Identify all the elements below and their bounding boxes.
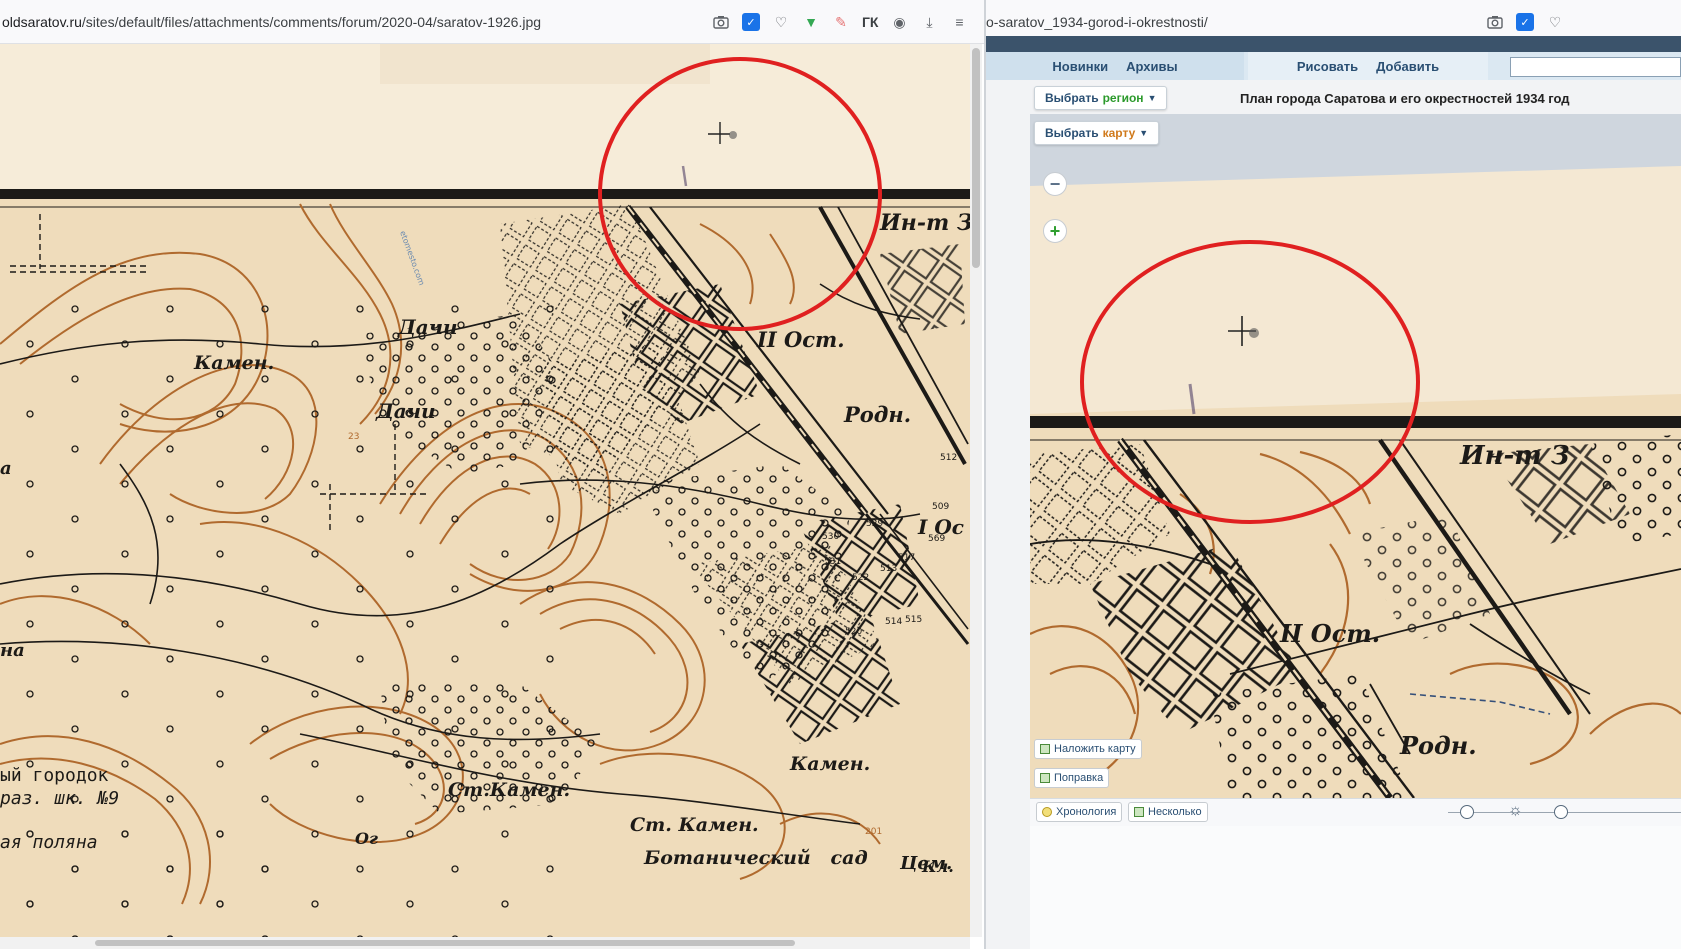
left-url-domain: oldsaratov.ru bbox=[2, 13, 82, 30]
map-label-ost2: II Ост. bbox=[1279, 619, 1380, 648]
camera-icon[interactable] bbox=[1486, 13, 1504, 31]
several-button[interactable]: Несколько bbox=[1128, 802, 1208, 822]
right-browser-window: o-saratov_1934-gorod-i-okrestnosti/ ✓ ♡ … bbox=[986, 0, 1681, 949]
correction-label: Поправка bbox=[1054, 772, 1104, 784]
menu-icon[interactable]: ≡ bbox=[950, 13, 968, 31]
zoom-in-button[interactable]: + bbox=[1043, 219, 1067, 243]
site-header-strip bbox=[986, 36, 1681, 52]
correction-icon bbox=[1040, 773, 1050, 783]
select-region-word: регион bbox=[1102, 91, 1144, 105]
nav-group-right: Рисовать Добавить bbox=[1248, 52, 1488, 80]
clock-icon bbox=[1042, 807, 1052, 817]
select-region-prefix: Выбрать bbox=[1045, 91, 1099, 105]
correction-button[interactable]: Поправка bbox=[1034, 768, 1110, 788]
map-number-517: 517 bbox=[898, 553, 915, 563]
nav-group-left: Новинки Архивы bbox=[986, 52, 1244, 80]
page-lower-area bbox=[1030, 826, 1681, 949]
map-number-23: 23 bbox=[348, 432, 359, 442]
map-bottom-toolbar: Хронология Несколько ☼ bbox=[1030, 798, 1681, 826]
site-nav-bar: Новинки Архивы Рисовать Добавить bbox=[986, 52, 1681, 80]
left-url[interactable]: oldsaratov.ru/sites/default/files/attach… bbox=[0, 14, 680, 30]
map-label-inst: Ин-т Зе bbox=[879, 210, 970, 236]
gk-icon[interactable]: ГК bbox=[862, 13, 878, 31]
zoom-out-button[interactable]: − bbox=[1043, 172, 1067, 196]
download-arrow-icon[interactable]: ▼ bbox=[802, 13, 820, 31]
map-number-569: 569 bbox=[928, 534, 945, 544]
chronology-label: Хронология bbox=[1056, 806, 1117, 818]
camera-icon[interactable] bbox=[712, 13, 730, 31]
left-vertical-scroll-thumb[interactable] bbox=[972, 48, 980, 268]
map-label-dachi-1: Дачи bbox=[397, 315, 458, 339]
map-label-school: раз. шк. №9 bbox=[0, 788, 119, 809]
right-map-image: Ин-т З II Ост. Родн. bbox=[1030, 114, 1681, 798]
nav-add[interactable]: Добавить bbox=[1376, 59, 1439, 74]
map-label-cem: Цем. bbox=[899, 853, 952, 874]
map-label-botanical-garden: Ботанический сад bbox=[643, 847, 868, 869]
left-vertical-scrollbar[interactable] bbox=[970, 44, 982, 937]
contrast-slider-knob[interactable] bbox=[1460, 805, 1474, 819]
overlay-map-label: Наложить карту bbox=[1054, 743, 1136, 755]
contrast-slider-track[interactable] bbox=[1448, 812, 1508, 813]
map-number-530: 530 bbox=[822, 532, 839, 542]
map-label-ost2: II Ост. bbox=[756, 327, 845, 352]
select-map-prefix: Выбрать bbox=[1045, 126, 1099, 140]
chronology-button[interactable]: Хронология bbox=[1036, 802, 1123, 822]
map-label-rodn: Родн. bbox=[843, 402, 911, 427]
brightness-icon[interactable]: ☼ bbox=[1508, 802, 1523, 820]
chevron-down-icon: ▼ bbox=[1139, 128, 1149, 138]
shield-icon[interactable]: ✓ bbox=[742, 13, 760, 31]
map-label-a: а bbox=[0, 458, 12, 479]
map-number-514: 514 bbox=[885, 617, 902, 627]
opacity-slider-knob[interactable] bbox=[1554, 805, 1568, 819]
left-browser-window: oldsaratov.ru/sites/default/files/attach… bbox=[0, 0, 984, 949]
overlay-map-button[interactable]: Наложить карту bbox=[1034, 739, 1142, 759]
map-label-gorodok: ый городок bbox=[0, 765, 109, 786]
map-label-st-kamen-2: Ст. Камен. bbox=[630, 814, 759, 836]
map-label-rodn: Родн. bbox=[1399, 731, 1477, 760]
site-search-input[interactable] bbox=[1510, 57, 1681, 77]
left-map-image: Ин-т Зе Дачи Дачи Камен. II Ост. Родн. I… bbox=[0, 44, 970, 937]
map-label-polyana: ая поляна bbox=[0, 832, 98, 853]
select-map-button[interactable]: Выбрать карту ▼ bbox=[1034, 121, 1160, 145]
map-number-529: 529 bbox=[866, 519, 883, 529]
map-label-na: на bbox=[0, 640, 25, 661]
pen-icon[interactable]: ✎ bbox=[832, 13, 850, 31]
several-label: Несколько bbox=[1148, 806, 1202, 818]
left-url-path: /sites/default/files/attachments/comment… bbox=[81, 13, 542, 30]
right-url[interactable]: o-saratov_1934-gorod-i-okrestnosti/ bbox=[986, 14, 1466, 30]
heart-icon[interactable]: ♡ bbox=[772, 13, 790, 31]
download-icon[interactable]: ⤓ bbox=[920, 13, 938, 31]
map-label-og: Ог bbox=[355, 829, 378, 848]
map-number-513: 513 bbox=[880, 564, 897, 574]
map-number-515: 515 bbox=[905, 615, 922, 625]
map-layer-icon bbox=[1040, 744, 1050, 754]
left-toolbar-icons: ✓ ♡ ▼ ✎ ГК ◉ ⤓ ≡ bbox=[712, 0, 968, 44]
map-number-512: 512 bbox=[940, 453, 957, 463]
select-map-word: карту bbox=[1102, 126, 1136, 140]
shield-icon[interactable]: ✓ bbox=[1516, 13, 1534, 31]
map-title: План города Саратова и его окрестностей … bbox=[1240, 91, 1570, 106]
map-label-kamen-1: Камен. bbox=[193, 352, 274, 374]
left-horizontal-scrollbar[interactable] bbox=[0, 937, 970, 949]
map-number-201: 201 bbox=[865, 827, 882, 837]
nav-news[interactable]: Новинки bbox=[1052, 59, 1108, 74]
chevron-down-icon: ▼ bbox=[1147, 93, 1157, 103]
select-region-button[interactable]: Выбрать регион ▼ bbox=[1034, 86, 1168, 110]
layers-icon bbox=[1134, 807, 1144, 817]
eye-icon[interactable]: ◉ bbox=[890, 13, 908, 31]
map-label-inst: Ин-т З bbox=[1459, 441, 1570, 471]
heart-icon[interactable]: ♡ bbox=[1546, 13, 1564, 31]
map-number-520: 520 bbox=[845, 627, 862, 637]
map-number-522: 522 bbox=[852, 573, 869, 583]
map-number-531: 531 bbox=[824, 557, 841, 567]
opacity-slider-track[interactable] bbox=[1578, 812, 1681, 813]
map-number-509: 509 bbox=[932, 502, 949, 512]
nav-archives[interactable]: Архивы bbox=[1126, 59, 1177, 74]
map-label-st-kamen-1: Ст.Камен. bbox=[448, 779, 570, 801]
nav-draw[interactable]: Рисовать bbox=[1297, 59, 1358, 74]
map-label-kamen-2: Камен. bbox=[789, 753, 870, 775]
map-label-dachi-2: Дачи bbox=[375, 399, 436, 423]
left-horizontal-scroll-thumb[interactable] bbox=[95, 940, 795, 946]
